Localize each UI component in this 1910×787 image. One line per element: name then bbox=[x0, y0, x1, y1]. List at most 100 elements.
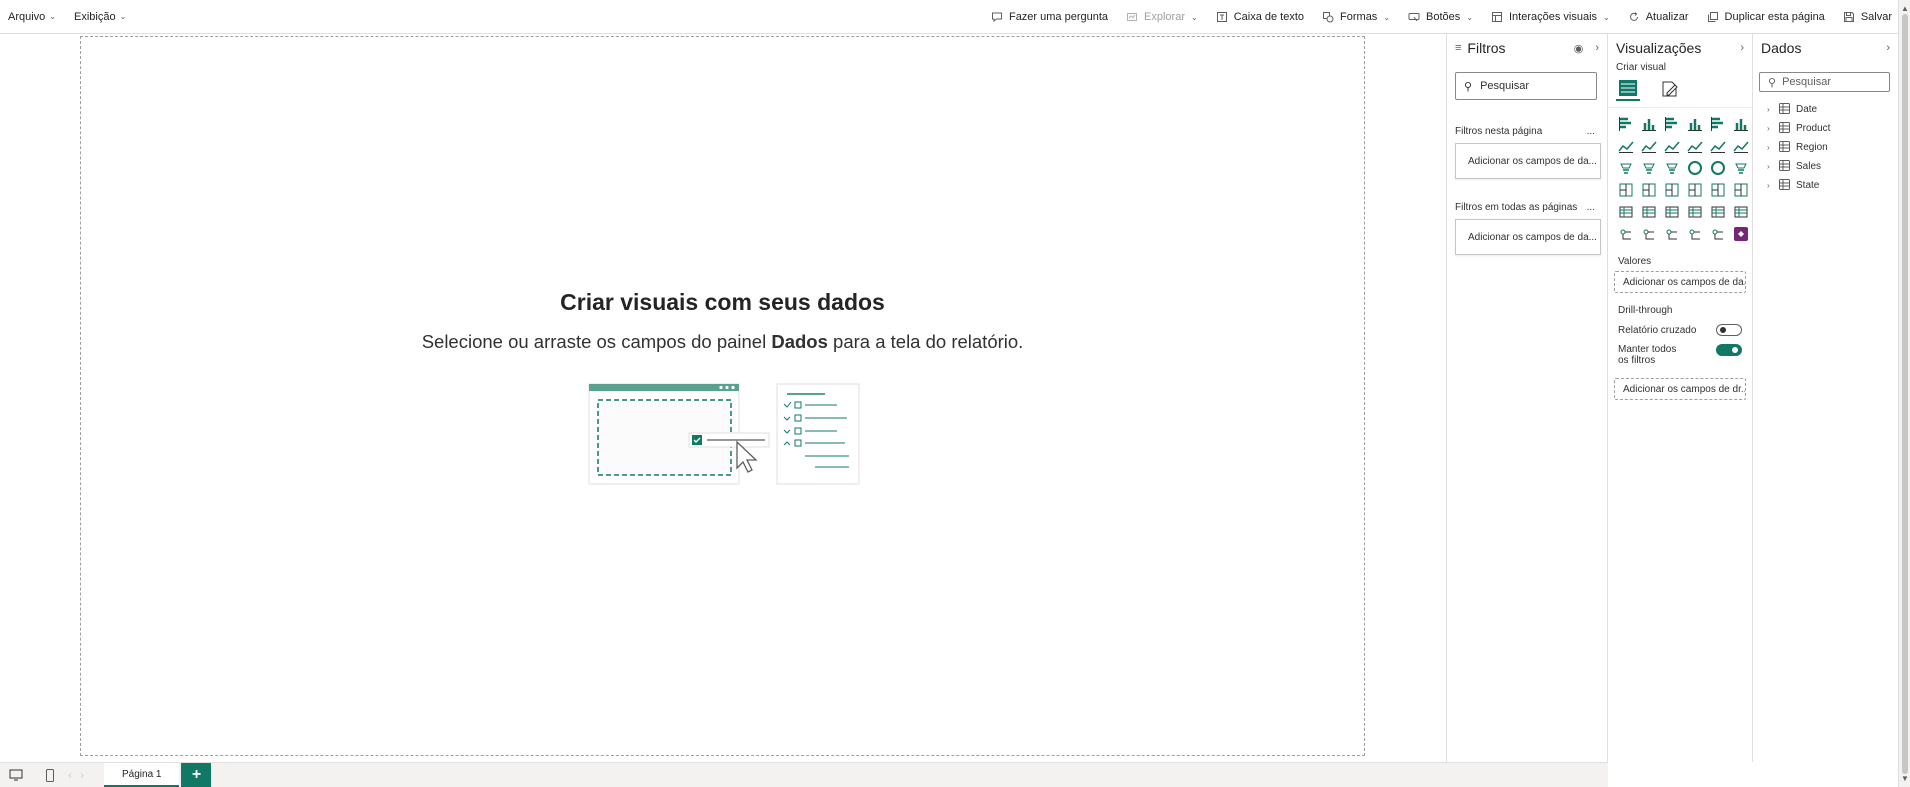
filters-search-input[interactable]: ⚲ Pesquisar bbox=[1455, 72, 1597, 100]
clustered-column-icon[interactable] bbox=[1685, 114, 1705, 134]
kpi-icon[interactable] bbox=[1639, 202, 1659, 222]
build-visual-tab[interactable] bbox=[1616, 77, 1640, 101]
map-icon[interactable] bbox=[1639, 180, 1659, 200]
explore-button[interactable]: Explorar ⌄ bbox=[1126, 11, 1198, 23]
filters-all-pages-label: Filtros em todas as páginas bbox=[1455, 202, 1578, 213]
save-label: Salvar bbox=[1860, 11, 1892, 23]
ask-question-button[interactable]: Fazer uma pergunta bbox=[991, 11, 1108, 23]
stacked-area-icon[interactable] bbox=[1662, 136, 1682, 156]
filled-map-icon[interactable] bbox=[1662, 180, 1682, 200]
vertical-scrollbar[interactable]: ▲ ▼ bbox=[1898, 0, 1910, 787]
data-search-input[interactable]: ⚲ Pesquisar bbox=[1759, 72, 1890, 92]
table-label: Date bbox=[1796, 104, 1818, 115]
format-visual-tab[interactable] bbox=[1658, 77, 1682, 101]
expand-chevron-icon[interactable]: › bbox=[1767, 143, 1773, 152]
stacked-column-icon[interactable] bbox=[1639, 114, 1659, 134]
expand-chevron-icon[interactable]: › bbox=[1767, 124, 1773, 133]
filters-all-pages-drop[interactable]: Adicionar os campos de da... bbox=[1455, 219, 1601, 255]
power-apps-icon[interactable] bbox=[1731, 224, 1751, 244]
text-box-button[interactable]: Caixa de texto bbox=[1216, 11, 1304, 23]
table-icon[interactable] bbox=[1685, 202, 1705, 222]
paginated-icon[interactable] bbox=[1685, 224, 1705, 244]
table-item-date[interactable]: › Date bbox=[1753, 100, 1898, 119]
donut-icon[interactable] bbox=[1708, 158, 1728, 178]
refresh-icon bbox=[1628, 11, 1640, 23]
data-pane: Dados › ⚲ Pesquisar › Date › Product › R… bbox=[1752, 34, 1898, 762]
save-button[interactable]: Salvar bbox=[1843, 11, 1892, 23]
keep-filters-toggle[interactable] bbox=[1716, 344, 1742, 356]
clustered-bar-icon[interactable] bbox=[1662, 114, 1682, 134]
menu-exibicao[interactable]: Exibição ⌄ bbox=[74, 5, 134, 29]
table-item-state[interactable]: › State bbox=[1753, 176, 1898, 195]
page-tab-1[interactable]: Página 1 bbox=[104, 763, 180, 787]
gauge-icon[interactable] bbox=[1708, 180, 1728, 200]
card-icon[interactable] bbox=[1731, 180, 1751, 200]
more-options-icon[interactable]: ... bbox=[1587, 202, 1595, 213]
add-page-button[interactable]: + bbox=[181, 763, 212, 787]
collapse-filters-icon[interactable]: › bbox=[1595, 42, 1599, 55]
azure-map-icon[interactable] bbox=[1685, 180, 1705, 200]
100-column-icon[interactable] bbox=[1731, 114, 1751, 134]
desktop-layout-icon[interactable] bbox=[6, 765, 26, 785]
visual-interactions-label: Interações visuais bbox=[1508, 11, 1598, 23]
treemap-icon[interactable] bbox=[1616, 180, 1636, 200]
table-item-region[interactable]: › Region bbox=[1753, 138, 1898, 157]
report-canvas[interactable]: Criar visuais com seus dados Selecione o… bbox=[80, 36, 1365, 756]
visualizations-title: Visualizações bbox=[1616, 40, 1702, 56]
visual-interactions-button[interactable]: Interações visuais ⌄ bbox=[1491, 11, 1610, 23]
values-label: Valores bbox=[1618, 256, 1652, 267]
values-drop[interactable]: Adicionar os campos de da... bbox=[1614, 271, 1746, 293]
collapse-visualizations-icon[interactable]: › bbox=[1740, 42, 1744, 54]
expand-chevron-icon[interactable]: › bbox=[1767, 105, 1773, 114]
duplicate-page-button[interactable]: Duplicar esta página bbox=[1707, 11, 1825, 23]
qa-icon[interactable] bbox=[1639, 224, 1659, 244]
visualizations-header: Visualizações › bbox=[1608, 34, 1752, 62]
cross-report-toggle[interactable] bbox=[1716, 324, 1742, 336]
collapse-data-icon[interactable]: › bbox=[1886, 42, 1890, 54]
scroll-down-icon[interactable]: ▼ bbox=[1901, 774, 1909, 783]
explore-icon bbox=[1126, 11, 1138, 23]
pie-icon[interactable] bbox=[1685, 158, 1705, 178]
100-area-icon[interactable] bbox=[1685, 136, 1705, 156]
filters-on-page-drop[interactable]: Adicionar os campos de da... bbox=[1455, 143, 1601, 179]
waterfall-icon[interactable] bbox=[1616, 158, 1636, 178]
table-matrix-icon[interactable] bbox=[1731, 158, 1751, 178]
expand-chevron-icon[interactable]: › bbox=[1767, 181, 1773, 190]
refresh-button[interactable]: Atualizar bbox=[1628, 11, 1689, 23]
metrics-icon[interactable] bbox=[1708, 224, 1728, 244]
search-icon: ⚲ bbox=[1768, 76, 1777, 89]
keep-filters-label: Manter todos os filtros bbox=[1618, 344, 1677, 366]
key-influencers-icon[interactable] bbox=[1731, 202, 1751, 222]
scatter-icon[interactable] bbox=[1662, 158, 1682, 178]
scrollbar-thumb[interactable] bbox=[1902, 14, 1908, 774]
line-icon[interactable] bbox=[1616, 136, 1636, 156]
table-item-sales[interactable]: › Sales bbox=[1753, 157, 1898, 176]
funnel-icon[interactable] bbox=[1639, 158, 1659, 178]
narrative-icon[interactable] bbox=[1662, 224, 1682, 244]
filters-pane: ≡ Filtros ◉ › ⚲ Pesquisar Filtros nesta … bbox=[1446, 34, 1607, 762]
shapes-label: Formas bbox=[1340, 11, 1378, 23]
next-page-icon[interactable]: › bbox=[72, 765, 92, 785]
drillthrough-drop[interactable]: Adicionar os campos de dr... bbox=[1614, 378, 1746, 400]
line-column-icon[interactable] bbox=[1708, 136, 1728, 156]
100-bar-icon[interactable] bbox=[1708, 114, 1728, 134]
mobile-layout-icon[interactable] bbox=[40, 765, 60, 785]
ribbon-icon[interactable] bbox=[1731, 136, 1751, 156]
shapes-button[interactable]: Formas ⌄ bbox=[1322, 11, 1390, 23]
menu-arquivo[interactable]: Arquivo ⌄ bbox=[8, 5, 64, 29]
slicer-icon[interactable] bbox=[1662, 202, 1682, 222]
decomposition-tree-icon[interactable] bbox=[1616, 224, 1636, 244]
eye-icon[interactable]: ◉ bbox=[1574, 42, 1584, 55]
more-options-icon[interactable]: ... bbox=[1587, 126, 1595, 137]
stacked-bar-icon[interactable] bbox=[1616, 114, 1636, 134]
save-icon bbox=[1843, 11, 1855, 23]
expand-chevron-icon[interactable]: › bbox=[1767, 162, 1773, 171]
matrix-icon[interactable] bbox=[1708, 202, 1728, 222]
table-item-product[interactable]: › Product bbox=[1753, 119, 1898, 138]
subtitle-text-pre: Selecione ou arraste os campos do painel bbox=[421, 331, 772, 352]
scroll-up-icon[interactable]: ▲ bbox=[1901, 4, 1909, 13]
area-icon[interactable] bbox=[1639, 136, 1659, 156]
duplicate-icon bbox=[1707, 11, 1719, 23]
multi-row-card-icon[interactable] bbox=[1616, 202, 1636, 222]
buttons-button[interactable]: Botões ⌄ bbox=[1408, 11, 1473, 23]
